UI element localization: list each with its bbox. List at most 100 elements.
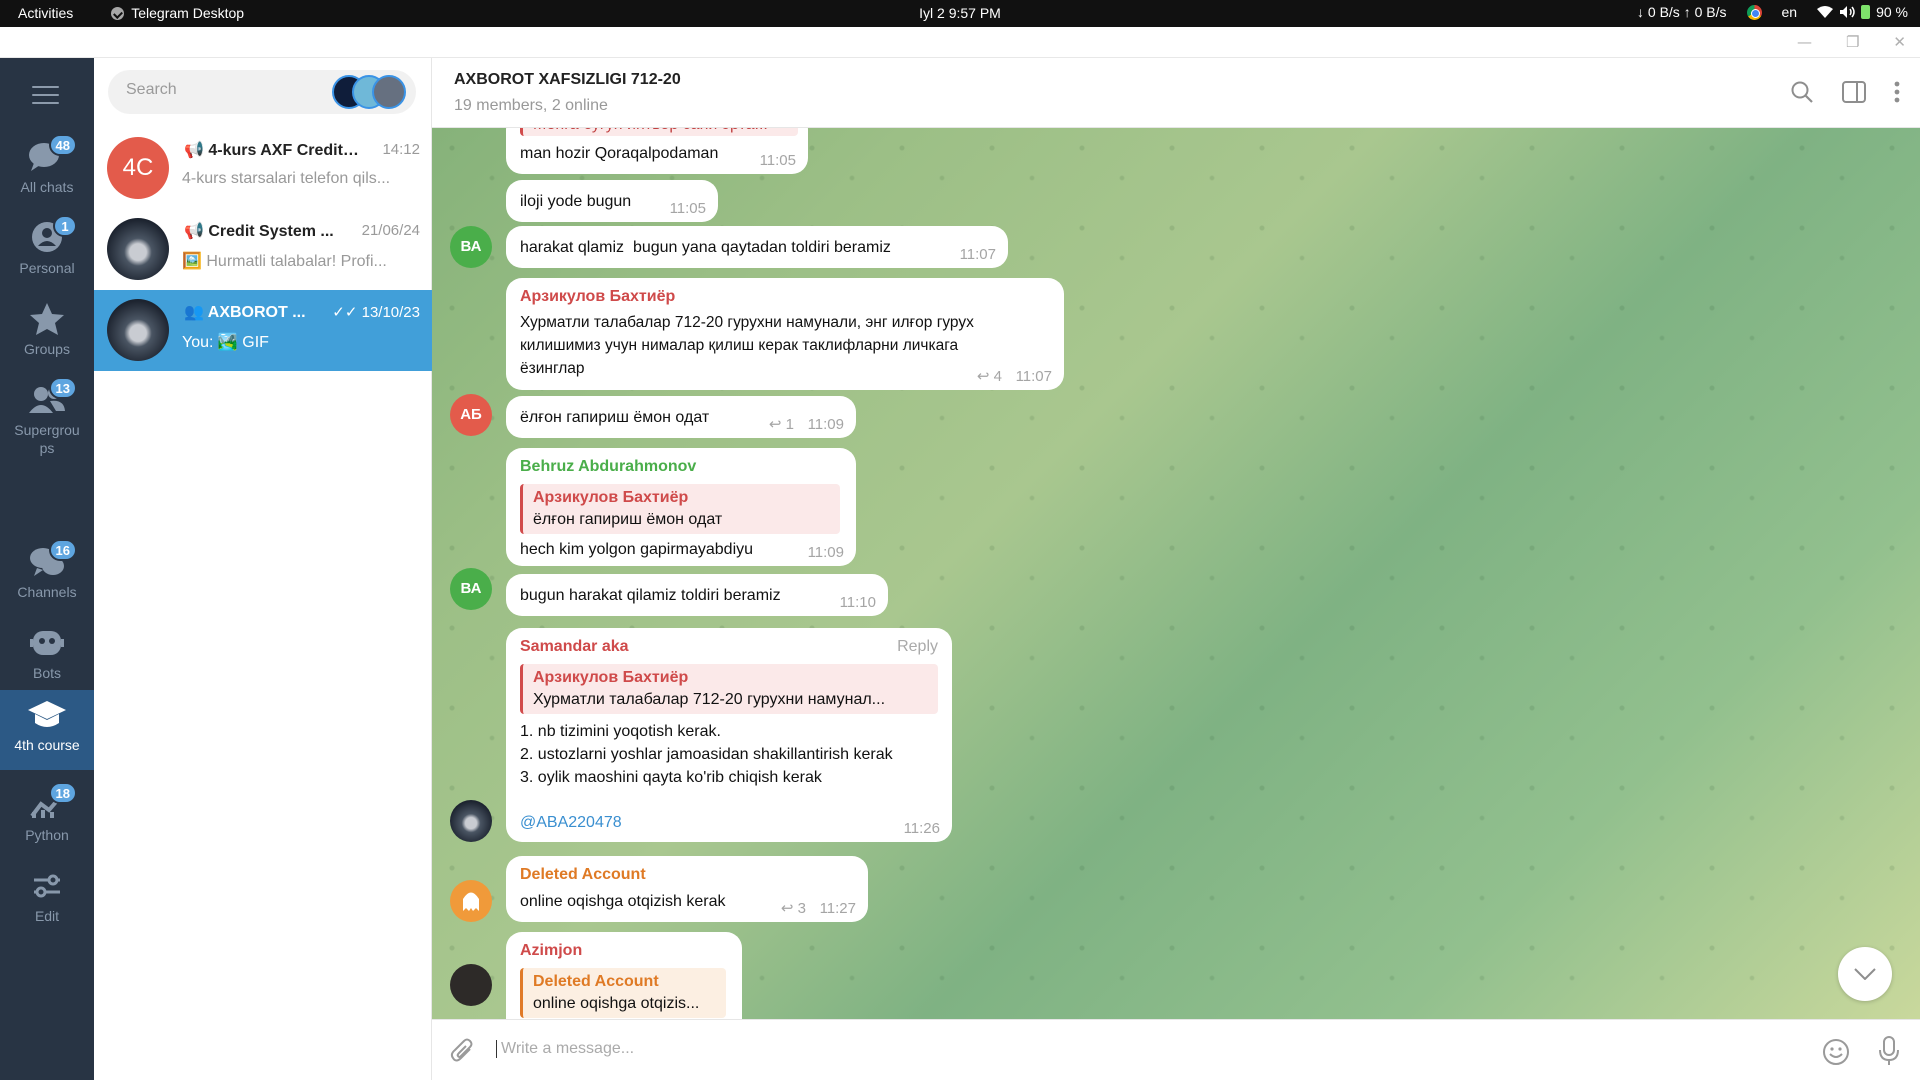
avatar[interactable] <box>450 964 492 1006</box>
chat-date: ✓✓ 13/10/23 <box>332 304 420 321</box>
maximize-icon[interactable]: ❐ <box>1846 33 1859 51</box>
folder-all-chats[interactable]: 48 All chats <box>0 132 94 210</box>
scroll-down-button[interactable] <box>1838 947 1892 1001</box>
ghost-avatar-icon[interactable] <box>450 880 492 922</box>
reply-count[interactable]: ↩ 4 <box>977 367 1002 385</box>
folder-edit[interactable]: Edit <box>0 861 94 939</box>
message-bubble[interactable]: iloji yode bugun 11:05 <box>506 180 718 222</box>
chat-preview: You: 🏞️ GIF <box>182 334 269 351</box>
folder-groups[interactable]: Groups <box>0 294 94 372</box>
chat-title[interactable]: AXBOROT XAFSIZLIGI 712-20 <box>454 71 681 89</box>
sender-name[interactable]: Deleted Account <box>520 866 646 884</box>
unread-badge: 1 <box>53 215 77 237</box>
avatar[interactable]: ВА <box>450 568 492 610</box>
mention-link[interactable]: @ABA220478 <box>520 811 622 834</box>
message-bubble[interactable]: Behruz Abdurahmonov Арзикулов Бахтиёр ёл… <box>506 448 856 566</box>
folder-label: Channels <box>17 584 77 600</box>
message-time: 11:09 <box>807 416 844 433</box>
chat-row[interactable]: 📢 Credit System ... 21/06/24 🖼️ Hurmatli… <box>94 209 432 290</box>
search-box[interactable] <box>108 70 416 114</box>
quoted-reply[interactable]: Менга бугун интвор сани эрта... <box>520 128 798 136</box>
clock[interactable]: Iyl 2 9:57 PM <box>919 5 1001 21</box>
sliders-icon <box>27 867 67 905</box>
message-time: 11:10 <box>839 594 876 611</box>
close-icon[interactable]: ✕ <box>1893 33 1906 51</box>
folder-python[interactable]: 18 Python <box>0 780 94 858</box>
sender-name[interactable]: Samandar aka <box>520 638 629 656</box>
avatar[interactable]: АБ <box>450 394 492 436</box>
message-bubble[interactable]: harakat qlamiz bugun yana qaytadan toldi… <box>506 226 1008 268</box>
message-bubble[interactable]: Менга бугун интвор сани эрта... man hozi… <box>506 128 808 174</box>
avatar <box>107 299 169 361</box>
folder-personal[interactable]: 1 Personal <box>0 213 94 291</box>
quoted-reply[interactable]: Deleted Account online oqishga otqizis..… <box>520 968 726 1018</box>
reply-count[interactable]: ↩ 3 <box>781 899 806 917</box>
message-area[interactable]: Менга бугун интвор сани эрта... man hozi… <box>432 128 1920 1019</box>
message-text: ёлғон гапириш ёмон одат <box>520 409 710 426</box>
system-status-menu[interactable]: 90 % <box>1817 4 1908 20</box>
folder-label: Groups <box>24 341 70 357</box>
folder-supergroups[interactable]: 13 Supergrou ps <box>0 375 94 467</box>
folder-bots[interactable]: Bots <box>0 618 94 696</box>
message-bubble[interactable]: ёлғон гапириш ёмон одат ↩ 1 11:09 <box>506 396 856 438</box>
chat-preview: 4-kurs starsalari telefon qils... <box>182 170 391 187</box>
chat-list-panel: 4C 📢 4-kurs AXF Credit_... 14:12 4-kurs … <box>94 58 432 1080</box>
folder-4th-course[interactable]: 4th course <box>0 690 94 770</box>
message-text: iloji yode bugun <box>520 193 632 210</box>
avatar[interactable] <box>450 800 492 842</box>
sender-name[interactable]: Арзикулов Бахтиёр <box>520 288 675 306</box>
chat-row-active[interactable]: 👥 AXBOROT ... ✓✓ 13/10/23 You: 🏞️ GIF <box>94 290 432 371</box>
folder-label: Supergrou ps <box>14 422 80 456</box>
star-icon <box>27 300 67 338</box>
microphone-icon[interactable] <box>1878 1036 1900 1066</box>
chat-row[interactable]: 4C 📢 4-kurs AXF Credit_... 14:12 4-kurs … <box>94 128 432 209</box>
message-time: 11:27 <box>819 900 856 917</box>
unread-badge: 48 <box>48 134 77 156</box>
chat-date: 14:12 <box>382 141 420 158</box>
more-options-icon[interactable] <box>1894 81 1900 103</box>
language-indicator[interactable]: en <box>1782 4 1798 20</box>
search-input[interactable] <box>126 81 316 99</box>
sidebar-toggle-icon[interactable] <box>1842 81 1866 103</box>
avatar <box>107 218 169 280</box>
emoji-icon[interactable] <box>1822 1038 1850 1066</box>
person-icon: 1 <box>27 215 77 257</box>
quoted-reply[interactable]: Арзикулов Бахтиёр Хурматли талабалар 712… <box>520 664 938 714</box>
message-composer <box>432 1019 1920 1080</box>
chat-name: 📢 4-kurs AXF Credit_... <box>184 142 359 159</box>
avatar[interactable]: ВА <box>450 226 492 268</box>
folder-sidebar: 48 All chats 1 Personal Groups 13 Superg… <box>0 58 94 1080</box>
volume-icon <box>1840 6 1855 18</box>
folder-channels[interactable]: 16 Channels <box>0 537 94 615</box>
unread-badge: 16 <box>48 539 77 561</box>
chrome-icon[interactable] <box>1746 4 1762 20</box>
story-avatar[interactable] <box>372 75 406 109</box>
message-bubble[interactable]: bugun harakat qilamiz toldiri beramiz 11… <box>506 574 888 616</box>
chat-header[interactable]: AXBOROT XAFSIZLIGI 712-20 19 members, 2 … <box>432 58 1920 128</box>
stories-strip[interactable] <box>332 75 410 109</box>
message-text: harakat qlamiz bugun yana qaytadan toldi… <box>520 239 891 256</box>
folder-label: Python <box>25 827 69 843</box>
message-bubble[interactable]: Azimjon Deleted Account online oqishga o… <box>506 932 742 1019</box>
chat-name: 📢 Credit System ... <box>184 223 334 240</box>
reply-count[interactable]: ↩ 1 <box>769 415 794 433</box>
paperclip-icon[interactable] <box>450 1038 476 1064</box>
chat-preview: 🖼️ Hurmatli talabalar! Profi... <box>182 253 387 270</box>
folder-label: Bots <box>32 665 61 681</box>
hamburger-menu-icon[interactable] <box>32 86 59 106</box>
message-bubble[interactable]: Samandar aka Reply Арзикулов Бахтиёр Хур… <box>506 628 952 842</box>
message-input[interactable] <box>496 1040 1696 1058</box>
battery-level: 90 % <box>1876 4 1908 20</box>
reply-button[interactable]: Reply <box>897 638 938 656</box>
sender-name[interactable]: Behruz Abdurahmonov <box>520 458 696 476</box>
quoted-reply[interactable]: Арзикулов Бахтиёр ёлғон гапириш ёмон ода… <box>520 484 840 534</box>
sender-name[interactable]: Azimjon <box>520 942 582 960</box>
minimize-icon[interactable]: — <box>1797 33 1812 51</box>
message-text: man hozir Qoraqalpodaman <box>520 145 719 162</box>
message-text: Хурматли талабалар 712-20 гурухни намуна… <box>520 314 974 377</box>
message-bubble[interactable]: Арзикулов Бахтиёр Хурматли талабалар 712… <box>506 278 1064 390</box>
message-bubble[interactable]: Deleted Account online oqishga otqizish … <box>506 856 868 922</box>
folder-label: 4th course <box>14 737 80 753</box>
message-time: 11:05 <box>669 200 706 217</box>
search-icon[interactable] <box>1790 80 1814 104</box>
